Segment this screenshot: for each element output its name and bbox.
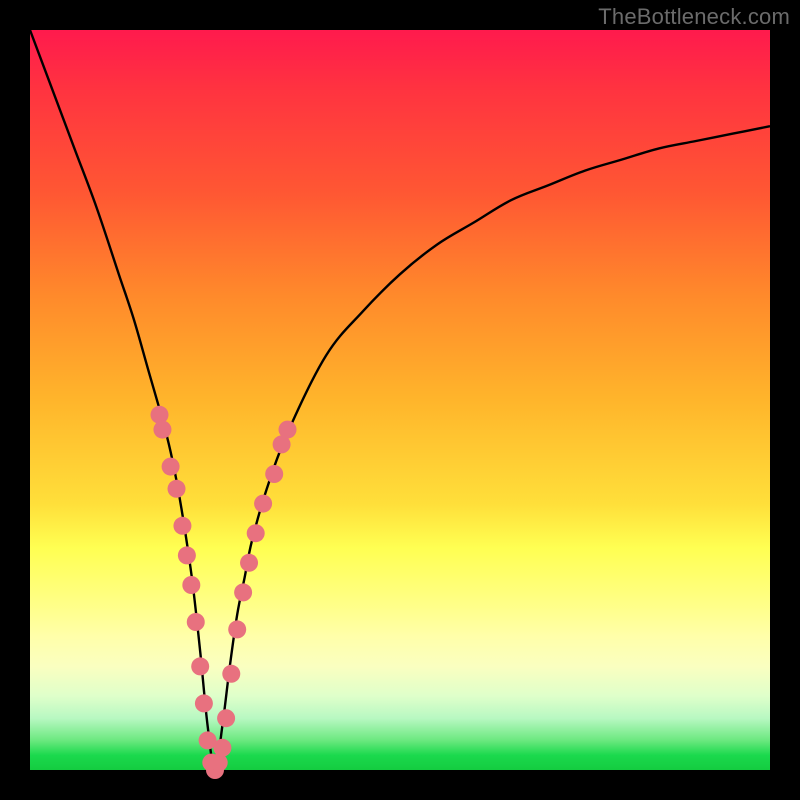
watermark-text: TheBottleneck.com [598, 4, 790, 30]
curve-marker [228, 620, 246, 638]
curve-marker [222, 665, 240, 683]
curve-marker [173, 517, 191, 535]
curve-marker [182, 576, 200, 594]
curve-marker [217, 709, 235, 727]
curve-marker [151, 406, 169, 424]
curve-marker [162, 458, 180, 476]
curve-marker [279, 421, 297, 439]
plot-area [30, 30, 770, 770]
curve-marker [247, 524, 265, 542]
curve-marker [265, 465, 283, 483]
curve-marker [195, 694, 213, 712]
curve-marker [240, 554, 258, 572]
curve-marker [254, 495, 272, 513]
curve-marker [187, 613, 205, 631]
curve-markers-group [151, 406, 297, 779]
curve-marker [234, 583, 252, 601]
curve-marker [153, 421, 171, 439]
curve-marker [168, 480, 186, 498]
chart-container: TheBottleneck.com [0, 0, 800, 800]
bottleneck-curve [30, 30, 770, 770]
curve-marker [178, 546, 196, 564]
curve-layer [30, 30, 770, 770]
curve-marker [213, 739, 231, 757]
curve-marker [191, 657, 209, 675]
